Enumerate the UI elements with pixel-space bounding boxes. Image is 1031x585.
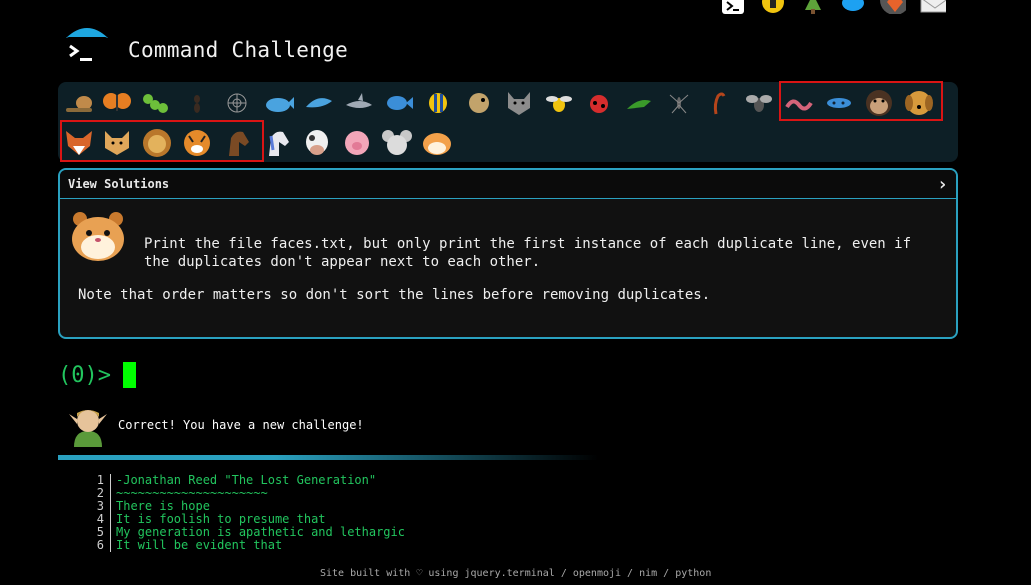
twitter-bird-icon[interactable] <box>840 0 866 14</box>
wolf-icon[interactable] <box>502 86 536 120</box>
badge-icon[interactable] <box>880 0 906 14</box>
tropical-fish-icon[interactable] <box>422 86 456 120</box>
code-line: 6 It will be evident that <box>96 538 283 552</box>
view-solutions-label: View Solutions <box>68 177 170 191</box>
mouse-icon[interactable] <box>380 126 414 160</box>
pufferfish-icon[interactable] <box>462 86 496 120</box>
cow-icon[interactable] <box>300 126 334 160</box>
highlight-box-left <box>60 120 264 162</box>
site-footer: Site built with ♡ using jquery.terminal … <box>320 568 712 579</box>
elf-icon <box>68 405 108 447</box>
terminal-icon[interactable] <box>720 0 746 14</box>
cricket-icon[interactable] <box>622 86 656 120</box>
whale-icon[interactable] <box>262 86 296 120</box>
view-solutions-header[interactable]: View Solutions › <box>60 170 956 199</box>
prompt-label: (0)> <box>58 362 111 388</box>
hamster-icon[interactable] <box>420 126 454 160</box>
fish-icon[interactable] <box>382 86 416 120</box>
snail-icon[interactable] <box>62 86 96 120</box>
ant-icon[interactable] <box>180 86 214 120</box>
ladybug-icon[interactable] <box>582 86 616 120</box>
terminal-logo-icon <box>64 26 110 70</box>
highlight-box-right <box>779 81 943 121</box>
dolphin-icon[interactable] <box>302 86 336 120</box>
challenge-emoji-bar <box>58 81 958 162</box>
pig-icon[interactable] <box>340 126 374 160</box>
spider-web-icon[interactable] <box>220 86 254 120</box>
fly-icon[interactable] <box>742 86 776 120</box>
hamster-avatar-icon <box>70 209 126 263</box>
butterfly-icon[interactable] <box>100 86 134 120</box>
scorpion-icon[interactable] <box>702 86 736 120</box>
unicorn-icon[interactable] <box>260 126 294 160</box>
mail-icon[interactable] <box>920 0 946 14</box>
pine-tree-icon[interactable] <box>800 0 826 14</box>
chevron-right-icon[interactable]: › <box>937 174 948 195</box>
mosquito-icon[interactable] <box>662 86 696 120</box>
shark-icon[interactable] <box>342 86 376 120</box>
file-listing: 1 -Jonathan Reed "The Lost Generation" 2 ~… <box>88 474 405 552</box>
terminal-cursor[interactable] <box>122 362 136 388</box>
caterpillar-icon[interactable] <box>140 86 174 120</box>
divider-bar <box>58 455 598 460</box>
challenge-panel: View Solutions › Print the file faces.tx… <box>58 168 958 339</box>
correct-message: Correct! You have a new challenge! <box>118 418 364 432</box>
challenge-note: Note that order matters so don't sort th… <box>78 287 711 303</box>
lightbulb-icon[interactable] <box>760 0 786 14</box>
terminal-prompt[interactable]: (0)> <box>58 362 136 388</box>
top-icons <box>720 0 946 14</box>
page-title: Command Challenge <box>128 38 349 62</box>
bee-icon[interactable] <box>542 86 576 120</box>
challenge-instruction: Print the file faces.txt, but only print… <box>144 236 912 270</box>
